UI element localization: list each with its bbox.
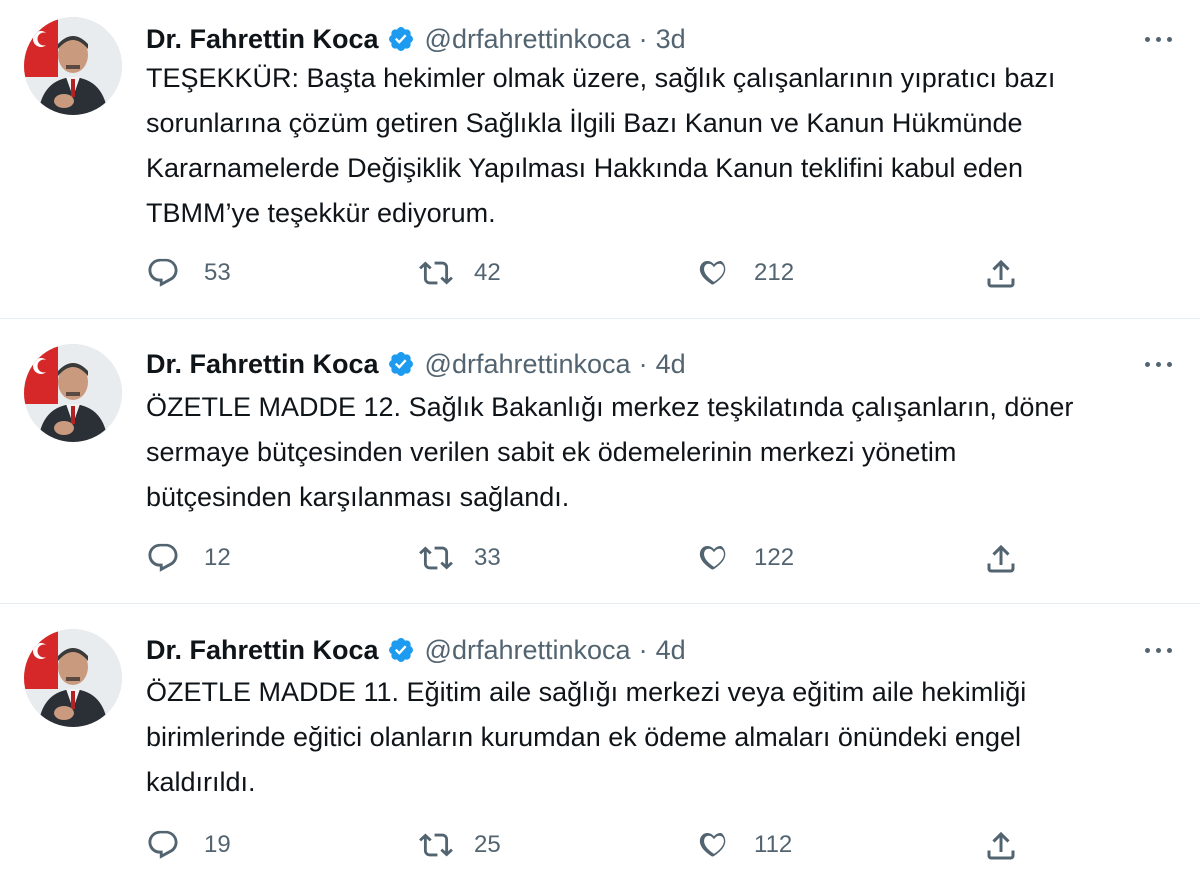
tweet-text: ÖZETLE MADDE 11. Eğitim aile sağlığı mer… bbox=[146, 677, 1027, 797]
verified-badge-icon bbox=[388, 638, 413, 662]
avatar[interactable] bbox=[24, 17, 122, 115]
retweet-button[interactable]: 42 bbox=[418, 256, 501, 290]
tweet-card[interactable]: Dr. Fahrettin Koca @drfahrettinkoca · 3d… bbox=[0, 0, 1200, 318]
more-dot bbox=[1155, 647, 1161, 653]
author-handle[interactable]: @drfahrettinkoca bbox=[425, 344, 631, 384]
reply-icon bbox=[148, 543, 178, 572]
retweet-button[interactable]: 25 bbox=[418, 828, 501, 862]
retweet-count: 42 bbox=[474, 259, 501, 286]
tweet-timestamp[interactable]: 4d bbox=[656, 344, 686, 384]
reply-button[interactable]: 53 bbox=[146, 256, 231, 290]
verified-badge-icon bbox=[388, 352, 413, 376]
like-button[interactable]: 122 bbox=[696, 541, 794, 575]
verified-badge-icon bbox=[388, 27, 413, 51]
more-dot bbox=[1144, 361, 1150, 367]
like-count: 212 bbox=[754, 259, 795, 286]
tweet-timestamp[interactable]: 4d bbox=[656, 630, 686, 670]
retweet-count: 33 bbox=[474, 544, 501, 571]
reply-count: 53 bbox=[204, 259, 231, 286]
more-dot bbox=[1144, 36, 1150, 42]
share-button[interactable] bbox=[983, 541, 1019, 577]
retweet-icon bbox=[419, 546, 453, 570]
more-dot bbox=[1155, 36, 1161, 42]
like-button[interactable]: 112 bbox=[696, 828, 792, 862]
more-dot bbox=[1155, 361, 1161, 367]
more-options-button[interactable] bbox=[1138, 25, 1178, 53]
tweet-text: TEŞEKKÜR: Başta hekimler olmak üzere, sa… bbox=[146, 63, 1056, 228]
share-button[interactable] bbox=[983, 256, 1019, 292]
retweet-count: 25 bbox=[474, 831, 501, 858]
separator-dot: · bbox=[638, 24, 648, 54]
tweet-text: ÖZETLE MADDE 12. Sağlık Bakanlığı merkez… bbox=[146, 392, 1074, 512]
more-dot bbox=[1166, 647, 1172, 653]
author-handle[interactable]: @drfahrettinkoca bbox=[425, 19, 631, 59]
separator-dot: · bbox=[638, 349, 648, 379]
tweet-header: Dr. Fahrettin Koca @drfahrettinkoca · 3d bbox=[146, 19, 686, 59]
like-icon bbox=[699, 545, 726, 570]
retweet-icon bbox=[419, 833, 453, 857]
reply-icon bbox=[148, 258, 178, 287]
author-name[interactable]: Dr. Fahrettin Koca bbox=[146, 630, 379, 670]
reply-icon bbox=[148, 830, 178, 859]
share-icon bbox=[987, 544, 1015, 573]
author-name[interactable]: Dr. Fahrettin Koca bbox=[146, 344, 379, 384]
share-button[interactable] bbox=[983, 828, 1019, 864]
like-count: 112 bbox=[754, 831, 793, 858]
separator-dot: · bbox=[638, 635, 648, 665]
more-options-button[interactable] bbox=[1138, 350, 1178, 378]
avatar[interactable] bbox=[24, 344, 122, 442]
avatar-image bbox=[24, 629, 122, 727]
like-icon bbox=[699, 260, 726, 285]
like-count: 122 bbox=[754, 544, 795, 571]
like-icon bbox=[699, 832, 726, 857]
author-name[interactable]: Dr. Fahrettin Koca bbox=[146, 19, 379, 59]
tweet-card[interactable]: Dr. Fahrettin Koca @drfahrettinkoca · 4d… bbox=[0, 319, 1200, 603]
like-button[interactable]: 212 bbox=[696, 256, 794, 290]
tweet-header: Dr. Fahrettin Koca @drfahrettinkoca · 4d bbox=[146, 630, 686, 670]
reply-count: 12 bbox=[204, 544, 231, 571]
share-icon bbox=[987, 831, 1015, 860]
reply-button[interactable]: 19 bbox=[146, 828, 231, 862]
more-dot bbox=[1144, 647, 1150, 653]
author-handle[interactable]: @drfahrettinkoca bbox=[425, 630, 631, 670]
more-options-button[interactable] bbox=[1138, 636, 1178, 664]
tweet-feed: Dr. Fahrettin Koca @drfahrettinkoca · 3d… bbox=[0, 0, 1200, 885]
avatar-image bbox=[24, 17, 122, 115]
reply-button[interactable]: 12 bbox=[146, 541, 231, 575]
more-dot bbox=[1166, 36, 1172, 42]
avatar[interactable] bbox=[24, 629, 122, 727]
avatar-image bbox=[24, 344, 122, 442]
tweet-header: Dr. Fahrettin Koca @drfahrettinkoca · 4d bbox=[146, 344, 686, 384]
more-dot bbox=[1166, 361, 1172, 367]
retweet-button[interactable]: 33 bbox=[418, 541, 501, 575]
tweet-timestamp[interactable]: 3d bbox=[656, 19, 686, 59]
share-icon bbox=[987, 259, 1015, 288]
reply-count: 19 bbox=[204, 831, 231, 858]
retweet-icon bbox=[419, 261, 453, 285]
tweet-card[interactable]: Dr. Fahrettin Koca @drfahrettinkoca · 4d… bbox=[0, 604, 1200, 885]
